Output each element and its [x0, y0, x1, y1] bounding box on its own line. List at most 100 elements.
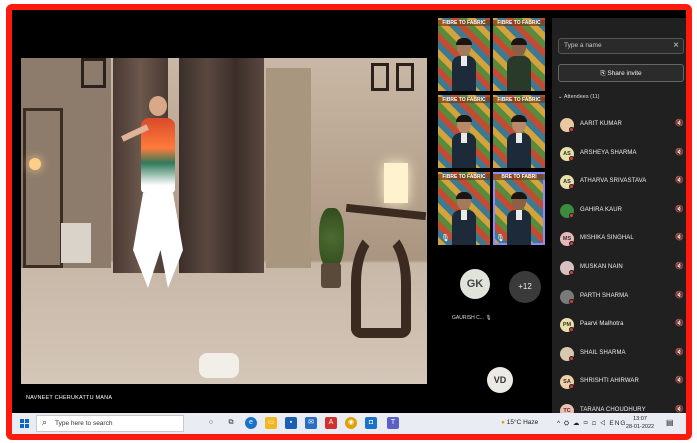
avatar[interactable]: GK — [460, 269, 490, 299]
taskbar-search-input[interactable]: ⌕ Type here to search — [36, 415, 184, 432]
shelf — [23, 108, 63, 268]
attendee-row[interactable]: MS MISHIKA SINGHAL 🔇 — [560, 232, 686, 252]
haze-icon: ● — [501, 419, 505, 426]
main-stage: NAVNEET CHERUKATTU MANA — [12, 10, 436, 413]
teams-icon[interactable]: T — [387, 417, 399, 429]
mic-off-icon: 🔇 — [675, 406, 684, 413]
store-icon[interactable]: ▪ — [285, 417, 297, 429]
plant — [319, 208, 344, 268]
picture-frame — [371, 63, 389, 91]
participant-video — [452, 192, 476, 245]
notification-icon[interactable]: ▤ — [666, 418, 674, 427]
attendee-name: AARIT KUMAR — [580, 121, 622, 127]
attendee-name: ATHARVA SRIVASTAVA — [580, 178, 647, 185]
participant-tile-selected[interactable]: BRE TO FABRI 🎙 — [493, 172, 545, 245]
participant-tile[interactable]: FIBRE TO FABRIC — [493, 95, 545, 168]
participant-tile[interactable]: FIBRE TO FABRIC 🎙 — [438, 172, 490, 245]
attendee-name: ARSHEYA SHARMA — [580, 149, 637, 156]
attendee-row[interactable]: AS ARSHEYA SHARMA 🔇 — [560, 146, 686, 167]
mic-off-icon: 🔇 — [675, 377, 684, 385]
windows-taskbar: ⌕ Type here to search ○ ⧉ e ▭ ▪ ✉ A ◉ ◘ … — [12, 413, 686, 434]
console-table-base — [351, 228, 411, 338]
avatar-label: GAURISH C... 🎙 — [452, 315, 492, 321]
search-icon: ⌕ — [42, 417, 48, 427]
attendee-row[interactable]: SA SHRISHTI AHIRWAR 🔇 — [560, 375, 686, 395]
door — [266, 68, 311, 268]
tile-banner: FIBRE TO FABRIC — [493, 97, 545, 103]
status-dot — [569, 298, 574, 304]
tile-banner: FIBRE TO FABRIC — [438, 174, 490, 180]
participant-video — [507, 38, 531, 91]
mic-off-icon: 🔇 — [675, 263, 684, 270]
attendees-heading[interactable]: ⌄ Attendees (11) — [558, 94, 600, 100]
mic-off-icon: 🔇 — [675, 291, 684, 299]
microphone-icon: 🎙 — [441, 235, 450, 242]
lamp — [29, 158, 41, 170]
mute-icon: 🎙 — [485, 315, 492, 321]
cortana-icon[interactable]: ○ — [205, 417, 217, 429]
pdf-icon[interactable]: A — [325, 417, 337, 429]
participant-grid: FIBRE TO FABRIC FIBRE TO FABRIC FIBRE TO… — [438, 18, 552, 250]
participant-tile[interactable]: FIBRE TO FABRIC — [493, 18, 545, 91]
picture-frame — [81, 58, 106, 88]
dancer-head — [149, 96, 167, 116]
edge-icon[interactable]: e — [245, 417, 257, 429]
participant-tile[interactable]: FIBRE TO FABRIC — [438, 18, 490, 91]
attendee-name: GAHIRA KAUR — [580, 206, 623, 213]
attendee-row[interactable]: SHAIL SHARMA 🔇 — [560, 346, 686, 367]
share-invite-button[interactable]: ⎘ Share invite — [558, 64, 684, 82]
dancer-skirt — [133, 193, 183, 288]
status-dot — [569, 270, 574, 275]
red-border: NAVNEET CHERUKATTU MANA FIBRE TO FABRIC … — [6, 4, 692, 440]
attendee-row[interactable]: GAHIRA KAUR 🔇 — [560, 203, 686, 224]
status-dot — [569, 355, 574, 361]
clock[interactable]: 13:07 28-01-2022 — [620, 415, 660, 431]
chrome-icon[interactable]: ◉ — [345, 417, 357, 429]
attendee-row[interactable]: MUSKAN NAIN 🔇 — [560, 261, 686, 281]
participants-panel: Type a name × ⎘ Share invite ⌄ Attendees… — [552, 18, 686, 418]
attendee-row[interactable]: AS ATHARVA SRIVASTAVA 🔇 — [560, 175, 686, 195]
app-icon[interactable]: ◘ — [365, 417, 377, 429]
participant-video — [452, 38, 476, 91]
participant-video — [507, 115, 531, 168]
mic-off-icon: 🔇 — [675, 320, 684, 328]
participant-video — [452, 115, 476, 168]
mic-off-icon: 🔇 — [675, 177, 684, 185]
attendee-name: SHRISHTI AHIRWAR — [580, 378, 639, 385]
attendee-row[interactable]: PARTH SHARMA 🔇 — [560, 289, 686, 310]
attendee-name: SHAIL SHARMA — [580, 349, 626, 356]
participant-video — [507, 192, 531, 245]
attendee-name: PARTH SHARMA — [580, 292, 629, 299]
speaker-name-label: NAVNEET CHERUKATTU MANA — [26, 395, 113, 401]
attendee-name: MUSKAN NAIN — [580, 264, 623, 270]
attendee-name: MISHIKA SINGHAL — [580, 235, 634, 242]
status-dot — [569, 184, 574, 190]
attendee-row[interactable]: PM Paarvi Malhotra 🔇 — [560, 318, 686, 338]
tile-banner: FIBRE TO FABRIC — [438, 97, 490, 103]
weather-widget[interactable]: ● 15°C Haze — [501, 419, 538, 426]
participant-tile[interactable]: FIBRE TO FABRIC — [438, 95, 490, 168]
file-explorer-icon[interactable]: ▭ — [265, 417, 277, 429]
main-video[interactable] — [21, 58, 427, 384]
mail-icon[interactable]: ✉ — [305, 417, 317, 429]
plant-pot — [321, 263, 341, 288]
system-tray[interactable]: ^ ⛭ ☁ ▭ ◻ ◁ ENG — [557, 419, 626, 428]
mic-off-icon: 🔇 — [675, 205, 684, 213]
mic-off-icon: 🔇 — [675, 148, 684, 156]
attendee-name: Paarvi Malhotra — [580, 321, 624, 328]
attendee-row[interactable]: AARIT KUMAR 🔇 — [560, 118, 686, 138]
name-search-input[interactable]: Type a name × — [558, 38, 684, 54]
task-view-icon[interactable]: ⧉ — [225, 417, 237, 429]
tile-banner: FIBRE TO FABRIC — [438, 20, 490, 26]
status-dot — [569, 384, 574, 390]
close-icon[interactable]: × — [673, 40, 679, 51]
mic-off-icon: 🔇 — [675, 348, 684, 356]
windows-start-icon[interactable] — [20, 419, 30, 429]
more-participants-button[interactable]: +12 — [509, 271, 541, 303]
avatar[interactable]: VD — [487, 367, 513, 393]
mic-off-icon: 🔇 — [675, 234, 684, 242]
search-placeholder: Type a name — [564, 42, 602, 49]
curtain — [179, 58, 264, 273]
status-dot — [569, 241, 574, 247]
tile-banner: BRE TO FABRI — [493, 174, 545, 180]
